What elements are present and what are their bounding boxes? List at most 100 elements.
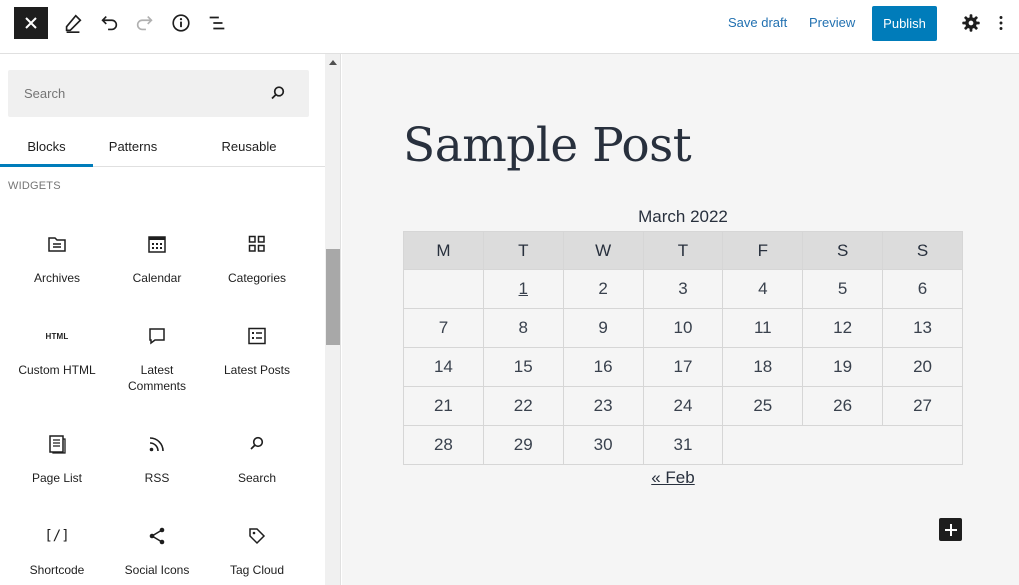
block-label: Shortcode xyxy=(9,562,105,578)
block-page-list[interactable]: Page List xyxy=(9,432,105,486)
calendar-day: 14 xyxy=(404,348,484,387)
calendar-day-number: 16 xyxy=(594,357,613,376)
calendar-weekday: S xyxy=(883,232,963,270)
sidebar-scrollbar[interactable] xyxy=(325,54,341,585)
block-label: Archives xyxy=(9,270,105,286)
calendar-weekday: W xyxy=(563,232,643,270)
calendar-icon xyxy=(147,234,167,254)
calendar-day: 16 xyxy=(563,348,643,387)
calendar-weekday: S xyxy=(803,232,883,270)
options-button[interactable] xyxy=(994,10,1008,36)
calendar-day: 27 xyxy=(883,387,963,426)
calendar-nav: « Feb xyxy=(403,468,943,488)
prev-month-link[interactable]: « Feb xyxy=(651,468,694,487)
calendar-day-number: 2 xyxy=(598,279,607,298)
rss-icon xyxy=(147,434,167,454)
settings-button[interactable] xyxy=(958,10,984,36)
publish-button[interactable]: Publish xyxy=(872,6,937,41)
block-label: Page List xyxy=(9,470,105,486)
calendar-day-number: 26 xyxy=(833,396,852,415)
block-latest-comments[interactable]: Latest Comments xyxy=(109,324,205,394)
archive-icon xyxy=(47,234,67,254)
calendar-week-row: 21222324252627 xyxy=(404,387,963,426)
calendar-day: 31 xyxy=(643,426,723,465)
calendar-day: 12 xyxy=(803,309,883,348)
block-archives[interactable]: Archives xyxy=(9,232,105,286)
block-label: Search xyxy=(209,470,305,486)
inserter-search xyxy=(8,70,309,117)
search-icon xyxy=(247,434,267,454)
calendar-day-number: 9 xyxy=(598,318,607,337)
calendar-day-number: 28 xyxy=(434,435,453,454)
calendar-day-number: 29 xyxy=(514,435,533,454)
calendar-day-number: 25 xyxy=(753,396,772,415)
list-view-button[interactable] xyxy=(204,10,230,36)
tools-button[interactable] xyxy=(60,10,86,36)
close-button[interactable] xyxy=(14,7,48,39)
add-block-button[interactable] xyxy=(939,518,962,541)
calendar-day-number: 7 xyxy=(439,318,448,337)
calendar-day-number: 8 xyxy=(519,318,528,337)
calendar-day: 3 xyxy=(643,270,723,309)
block-categories[interactable]: Categories xyxy=(209,232,305,286)
scroll-thumb[interactable] xyxy=(326,249,340,345)
search-icon[interactable] xyxy=(269,84,287,102)
info-icon xyxy=(170,12,192,34)
block-social-icons[interactable]: Social Icons xyxy=(109,524,205,578)
calendar-day-number: 23 xyxy=(594,396,613,415)
calendar-header-row: MTWTFSS xyxy=(404,232,963,270)
block-label: Latest Comments xyxy=(109,362,205,394)
block-search[interactable]: Search xyxy=(209,432,305,486)
preview-button[interactable]: Preview xyxy=(809,15,855,30)
inserter-tabs: Blocks Patterns Reusable xyxy=(0,127,325,167)
block-tag-cloud[interactable]: Tag Cloud xyxy=(209,524,305,578)
calendar-week-row: 123456 xyxy=(404,270,963,309)
calendar-day: 20 xyxy=(883,348,963,387)
calendar-day-number[interactable]: 1 xyxy=(519,279,528,298)
calendar-day-number: 14 xyxy=(434,357,453,376)
calendar-day-number: 30 xyxy=(594,435,613,454)
redo-button[interactable] xyxy=(132,10,158,36)
calendar-day: 24 xyxy=(643,387,723,426)
save-draft-button[interactable]: Save draft xyxy=(728,15,787,30)
scroll-up-arrow[interactable] xyxy=(329,60,337,65)
calendar-empty-cell xyxy=(723,426,963,465)
calendar-day: 28 xyxy=(404,426,484,465)
block-calendar[interactable]: Calendar xyxy=(109,232,205,286)
details-button[interactable] xyxy=(168,10,194,36)
calendar-weekday: M xyxy=(404,232,484,270)
post-title[interactable]: Sample Post xyxy=(403,118,691,173)
calendar-day-number: 10 xyxy=(673,318,692,337)
calendar-table[interactable]: MTWTFSS 12345678910111213141516171819202… xyxy=(403,231,963,465)
calendar-day-number: 17 xyxy=(673,357,692,376)
block-latest-posts[interactable]: Latest Posts xyxy=(209,324,305,378)
calendar-day: 23 xyxy=(563,387,643,426)
calendar-day: 10 xyxy=(643,309,723,348)
block-shortcode[interactable]: [/] Shortcode xyxy=(9,524,105,578)
tab-reusable[interactable]: Reusable xyxy=(200,127,298,166)
undo-button[interactable] xyxy=(96,10,122,36)
gear-icon xyxy=(960,12,982,34)
tab-blocks[interactable]: Blocks xyxy=(0,127,93,167)
calendar-day-number: 20 xyxy=(913,357,932,376)
calendar-day: 25 xyxy=(723,387,803,426)
block-custom-html[interactable]: HTML Custom HTML xyxy=(9,324,105,378)
block-rss[interactable]: RSS xyxy=(109,432,205,486)
calendar-day-link[interactable]: 1 xyxy=(483,270,563,309)
calendar-day-number: 22 xyxy=(514,396,533,415)
section-heading: WIDGETS xyxy=(8,180,61,192)
calendar-day: 19 xyxy=(803,348,883,387)
calendar-day: 4 xyxy=(723,270,803,309)
search-input[interactable] xyxy=(8,70,258,117)
share-icon xyxy=(147,526,167,546)
calendar-day: 15 xyxy=(483,348,563,387)
calendar-day-number: 31 xyxy=(673,435,692,454)
calendar-empty-cell xyxy=(404,270,484,309)
post-list-icon xyxy=(247,326,267,346)
calendar-day-number: 6 xyxy=(918,279,927,298)
calendar-day-number: 19 xyxy=(833,357,852,376)
tab-patterns[interactable]: Patterns xyxy=(93,127,173,166)
calendar-day-number: 13 xyxy=(913,318,932,337)
calendar-day: 13 xyxy=(883,309,963,348)
editor-canvas: Sample Post March 2022 MTWTFSS 123456789… xyxy=(342,54,1019,585)
